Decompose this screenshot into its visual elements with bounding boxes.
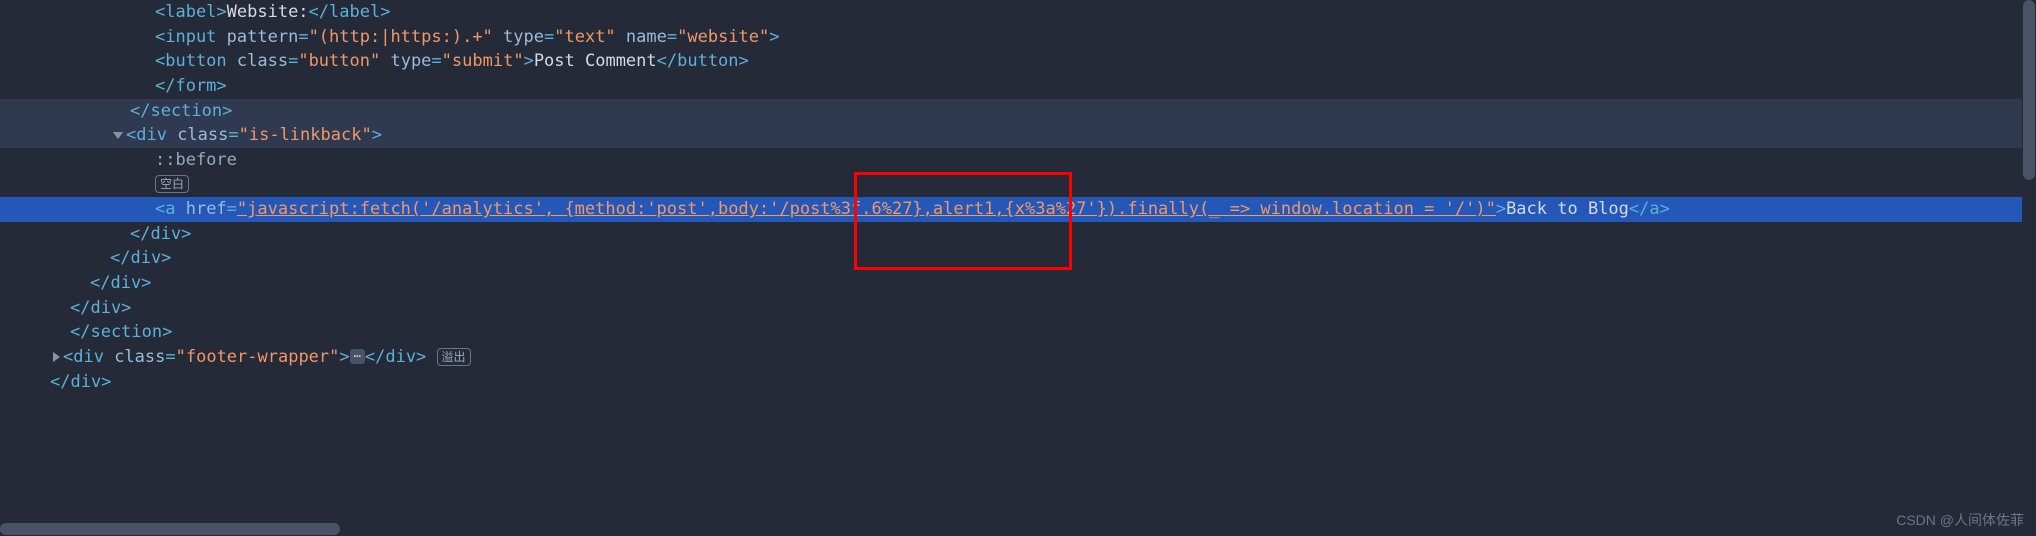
- attr-name: href: [186, 199, 227, 219]
- attr-name: type: [503, 27, 544, 47]
- tag-close: </div>: [70, 298, 131, 318]
- attr-value: "website": [677, 27, 769, 47]
- attr-value: "javascript:fetch('/analytics', {method:…: [237, 199, 1496, 219]
- tag-close: </section>: [70, 322, 172, 342]
- attr-value: "is-linkback": [239, 125, 372, 145]
- tag-open: <button: [155, 51, 237, 71]
- code-line[interactable]: <input pattern="(http:|https:).+" type="…: [0, 25, 2036, 50]
- watermark: CSDN @人间体佐菲: [1896, 510, 2024, 530]
- attr-value: "text": [554, 27, 615, 47]
- scrollbar-thumb[interactable]: [2023, 0, 2035, 180]
- code-line[interactable]: </div>: [0, 222, 2036, 247]
- attr-name: class: [177, 125, 228, 145]
- tag-open: <div: [126, 125, 177, 145]
- attr-value: "button": [298, 51, 380, 71]
- scrollbar-thumb-horizontal[interactable]: [0, 523, 340, 535]
- attr-name: pattern: [227, 27, 299, 47]
- expand-toggle-icon[interactable]: [113, 132, 123, 139]
- attr-name: name: [626, 27, 667, 47]
- text: Post Comment: [534, 51, 657, 71]
- whitespace-badge: 空白: [155, 175, 189, 193]
- pseudo-element: ::before: [155, 150, 237, 170]
- code-panel[interactable]: <label>Website:</label> <input pattern="…: [0, 0, 2036, 394]
- code-line[interactable]: </form>: [0, 74, 2036, 99]
- code-line-selected[interactable]: <a href="javascript:fetch('/analytics', …: [0, 197, 2036, 222]
- code-line[interactable]: </section>: [0, 320, 2036, 345]
- text: Website:: [227, 2, 309, 22]
- tag-close: >: [769, 27, 779, 47]
- attr-name: type: [390, 51, 431, 71]
- tag-close: </div>: [90, 273, 151, 293]
- overflow-badge: 溢出: [437, 348, 471, 366]
- tag-close: </div>: [110, 248, 171, 268]
- code-line[interactable]: </div>: [0, 296, 2036, 321]
- code-line[interactable]: <div class="footer-wrapper">⋯</div> 溢出: [0, 345, 2036, 370]
- code-line[interactable]: </div>: [0, 246, 2036, 271]
- scrollbar-vertical[interactable]: [2022, 0, 2036, 536]
- tag-close: </div>: [50, 372, 111, 392]
- code-line[interactable]: 空白: [0, 172, 2036, 197]
- code-line[interactable]: </section>: [0, 99, 2036, 124]
- tag-open: <a: [155, 199, 186, 219]
- code-line[interactable]: </div>: [0, 370, 2036, 395]
- tag-close: </div>: [130, 224, 191, 244]
- tag-close: </label>: [309, 2, 391, 22]
- ellipsis-icon[interactable]: ⋯: [350, 349, 365, 364]
- tag-close: </a>: [1629, 199, 1670, 219]
- tag-close: </form>: [155, 76, 227, 96]
- tag-close: </button>: [657, 51, 749, 71]
- text: Back to Blog: [1506, 199, 1629, 219]
- attr-name: class: [237, 51, 288, 71]
- code-line[interactable]: ::before: [0, 148, 2036, 173]
- code-line[interactable]: <label>Website:</label>: [0, 0, 2036, 25]
- attr-name: class: [114, 347, 165, 367]
- code-line[interactable]: <div class="is-linkback">: [0, 123, 2036, 148]
- tag-close: </div>: [365, 347, 426, 367]
- tag-close: >: [372, 125, 382, 145]
- attr-value: "footer-wrapper": [176, 347, 340, 367]
- attr-value: "(http:|https:).+": [309, 27, 493, 47]
- tag-open: <label>: [155, 2, 227, 22]
- code-line[interactable]: </div>: [0, 271, 2036, 296]
- expand-toggle-icon[interactable]: [53, 352, 60, 362]
- attr-value: "submit": [442, 51, 524, 71]
- tag-open: <input: [155, 27, 227, 47]
- code-line[interactable]: <button class="button" type="submit">Pos…: [0, 49, 2036, 74]
- tag-close: </section>: [130, 101, 232, 121]
- tag-open: <div: [63, 347, 114, 367]
